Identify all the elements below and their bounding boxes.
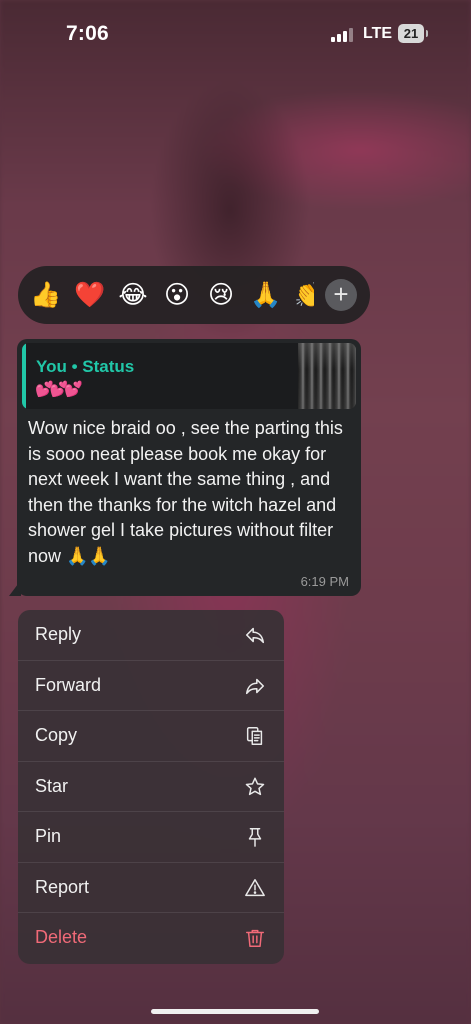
message-timestamp: 6:19 PM	[300, 574, 349, 589]
reaction-crying[interactable]: 😢	[206, 266, 236, 324]
star-icon	[245, 777, 265, 795]
message-bubble[interactable]: You • Status 💕💕💕 Wow nice braid oo , see…	[17, 339, 361, 596]
menu-item-label: Forward	[35, 674, 102, 695]
reaction-heart[interactable]: ❤️	[74, 266, 105, 324]
menu-item-forward[interactable]: Forward	[18, 661, 284, 711]
reaction-pray[interactable]: 🙏	[250, 266, 281, 324]
report-warning-icon	[245, 878, 265, 896]
pin-icon	[248, 828, 262, 847]
quoted-status[interactable]: You • Status 💕💕💕	[22, 343, 356, 409]
menu-item-label: Delete	[35, 927, 88, 947]
signal-strength-icon	[331, 28, 355, 42]
more-reactions-plus-icon[interactable]: +	[325, 279, 357, 311]
menu-item-copy[interactable]: Copy	[18, 711, 284, 762]
quote-caption: 💕💕💕	[35, 381, 83, 398]
menu-item-label: Report	[35, 876, 90, 897]
menu-item-delete[interactable]: Delete	[18, 913, 284, 964]
battery-tip	[426, 30, 428, 37]
status-thumbnail	[298, 343, 356, 409]
menu-item-label: Star	[35, 775, 69, 796]
message-text: Wow nice braid oo , see the parting this…	[28, 418, 343, 566]
quote-accent-bar	[22, 343, 26, 409]
menu-item-pin[interactable]: Pin	[18, 812, 284, 863]
reaction-clap[interactable]: 👏	[294, 266, 314, 324]
home-indicator[interactable]	[151, 1009, 319, 1014]
trash-icon	[246, 929, 264, 947]
reaction-surprised[interactable]: 😮	[162, 266, 192, 324]
forward-icon	[245, 678, 265, 694]
network-type: LTE	[363, 25, 393, 42]
status-time: 7:06	[66, 22, 109, 45]
menu-item-star[interactable]: Star	[18, 762, 284, 812]
reaction-bar: 👍 ❤️ 😂 😮 😢 🙏 👏 +	[18, 266, 370, 324]
status-bar: 7:06 LTE 21	[0, 0, 471, 70]
copy-icon	[246, 727, 263, 745]
battery-icon: 21	[398, 24, 424, 43]
menu-item-reply[interactable]: Reply	[18, 610, 284, 661]
quote-author: You • Status	[36, 357, 135, 376]
reaction-thumbs-up[interactable]: 👍	[30, 266, 61, 324]
reply-icon	[245, 627, 265, 644]
reaction-laughing[interactable]: 😂	[118, 266, 148, 324]
menu-item-report[interactable]: Report	[18, 863, 284, 913]
menu-item-label: Copy	[35, 725, 78, 745]
menu-item-label: Pin	[35, 826, 62, 846]
menu-item-label: Reply	[35, 624, 82, 644]
message-context-menu: Reply Forward Copy Star Pin Report Delet…	[18, 610, 284, 964]
